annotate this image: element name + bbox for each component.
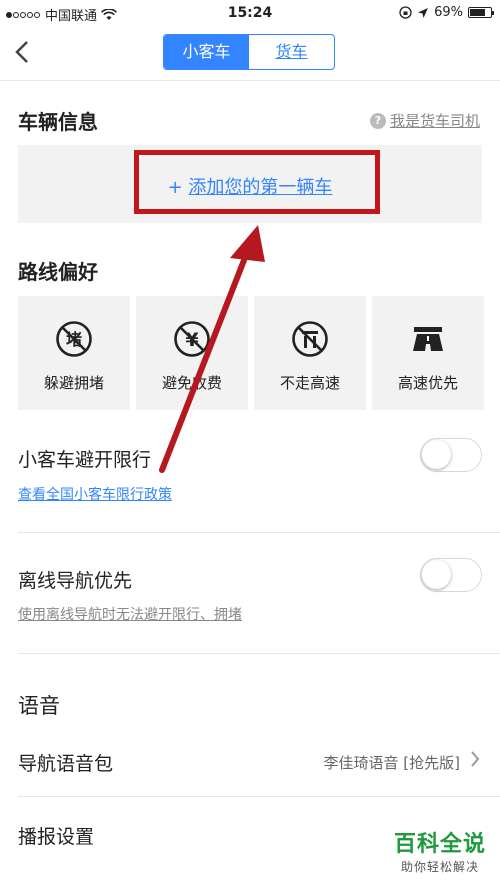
route-option-avoid-congestion[interactable]: 堵 躲避拥堵 [18, 296, 130, 410]
offline-title: 离线导航优先 [18, 570, 133, 592]
watermark-subtitle: 助你轻松解决 [400, 860, 479, 874]
truck-driver-label: 我是货车司机 [389, 112, 480, 130]
route-option-label: 不走高速 [279, 374, 340, 392]
route-pref-title: 路线偏好 [18, 260, 98, 284]
route-option-avoid-toll[interactable]: ¥ 避免收费 [136, 296, 248, 410]
voice-package-value[interactable]: 李佳琦语音 [抢先版] [324, 752, 460, 773]
no-highway-icon [292, 321, 328, 357]
restriction-policy-link[interactable]: 查看全国小客车限行政策 [18, 484, 172, 504]
highway-first-icon [413, 327, 443, 351]
orientation-lock-icon [399, 6, 412, 19]
tab-car[interactable]: 小客车 [164, 35, 249, 69]
route-option-label: 避免收费 [161, 374, 222, 392]
truck-driver-link[interactable]: ? 我是货车司机 [369, 110, 480, 131]
chevron-right-icon[interactable] [470, 750, 480, 773]
battery-percent: 69% [434, 5, 463, 20]
vehicle-type-tabs: 小客车 货车 [163, 34, 335, 70]
status-right: 69% [399, 5, 494, 20]
help-icon: ? [369, 112, 386, 129]
vehicle-info-title: 车辆信息 [18, 110, 98, 134]
voice-title: 语音 [18, 694, 60, 718]
toggle-knob [422, 560, 451, 589]
voice-package-label[interactable]: 导航语音包 [18, 749, 113, 776]
navigation-bar: 小客车 货车 [0, 28, 500, 81]
avoid-congestion-icon: 堵 [56, 321, 92, 357]
watermark-title: 百科全说 [393, 832, 486, 857]
toggle-knob [422, 440, 451, 469]
route-option-no-highway[interactable]: 不走高速 [254, 296, 366, 410]
battery-icon [468, 7, 494, 18]
route-option-label: 躲避拥堵 [43, 374, 104, 392]
offline-toggle[interactable] [420, 558, 482, 592]
restriction-title: 小客车避开限行 [18, 449, 152, 471]
location-arrow-icon [418, 7, 429, 18]
highlight-box [134, 150, 380, 214]
offline-note: 使用离线导航时无法避开限行、拥堵 [18, 607, 242, 623]
chevron-left-icon [15, 41, 28, 63]
tab-truck[interactable]: 货车 [249, 35, 334, 69]
avoid-toll-icon: ¥ [174, 321, 210, 357]
route-option-highway-first[interactable]: 高速优先 [372, 296, 484, 410]
route-options: 堵 躲避拥堵 ¥ 避免收费 不走高速 高速优先 [18, 296, 484, 410]
broadcast-settings-label[interactable]: 播报设置 [18, 822, 94, 849]
divider [18, 653, 500, 654]
restriction-toggle[interactable] [420, 438, 482, 472]
divider [18, 796, 500, 797]
route-option-label: 高速优先 [397, 374, 458, 392]
watermark-logo: 百科全说 助你轻松解决 [394, 826, 486, 875]
status-bar: 中国联通 15:24 69% [0, 0, 500, 28]
divider [18, 532, 500, 533]
back-button[interactable] [14, 38, 30, 71]
